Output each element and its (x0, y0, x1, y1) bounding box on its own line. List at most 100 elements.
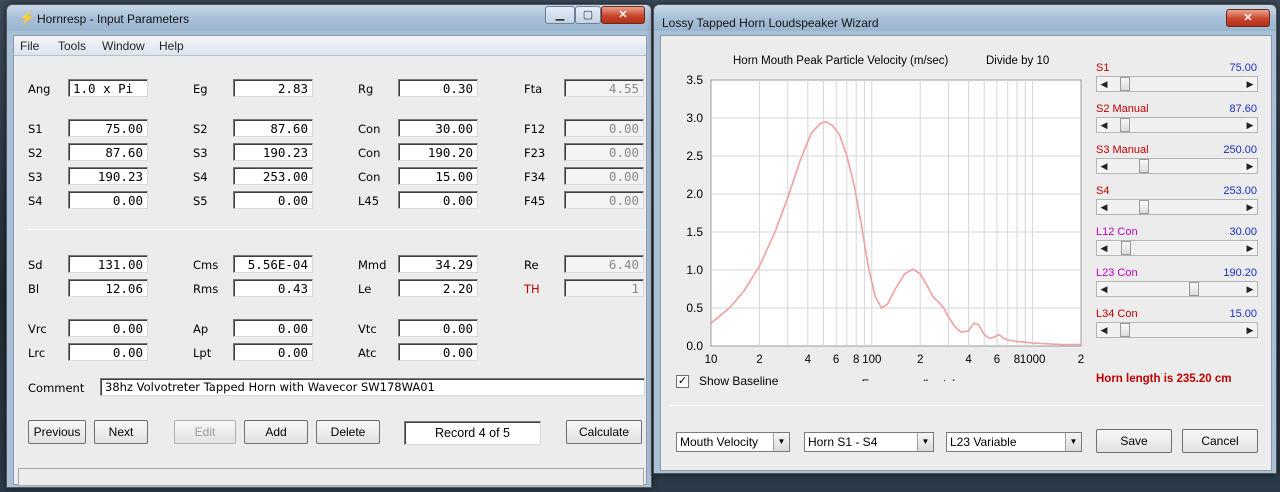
field-atc[interactable]: 0.00 (398, 343, 478, 361)
show-baseline-checkbox[interactable]: ✓ (676, 375, 689, 388)
parameter-slider[interactable]: ◀ ▶ (1096, 117, 1258, 133)
slider-thumb[interactable] (1119, 77, 1130, 91)
menu-help[interactable]: Help (159, 39, 184, 53)
output-type-select[interactable]: Mouth Velocity ▼ (676, 432, 790, 452)
slider-value: 75.00 (1229, 62, 1257, 74)
label-eg: Eg (193, 82, 208, 96)
edit-button[interactable]: Edit (174, 420, 236, 444)
field-f45[interactable]: 0.00 (564, 191, 644, 209)
scroll-right-icon[interactable]: ▶ (1243, 200, 1257, 214)
field-fta[interactable]: 4.55 (564, 79, 644, 97)
delete-button[interactable]: Delete (316, 420, 380, 444)
field-s4[interactable]: 0.00 (68, 191, 148, 209)
scroll-right-icon[interactable]: ▶ (1243, 159, 1257, 173)
label-s4: S4 (193, 170, 208, 184)
field-lrc[interactable]: 0.00 (68, 343, 148, 361)
show-baseline-label[interactable]: Show Baseline (699, 374, 778, 388)
parameter-slider[interactable]: ◀ ▶ (1096, 240, 1258, 256)
field-rms[interactable]: 0.43 (233, 279, 313, 297)
scroll-left-icon[interactable]: ◀ (1097, 118, 1111, 132)
field-s5[interactable]: 0.00 (233, 191, 313, 209)
label-rms: Rms (193, 282, 219, 296)
field-le[interactable]: 2.20 (398, 279, 478, 297)
field-s4[interactable]: 253.00 (233, 167, 313, 185)
field-f12[interactable]: 0.00 (564, 119, 644, 137)
parameter-slider[interactable]: ◀ ▶ (1096, 199, 1258, 215)
field-re[interactable]: 6.40 (564, 255, 644, 273)
slider-thumb[interactable] (1119, 118, 1130, 132)
add-button[interactable]: Add (244, 420, 308, 444)
menu-window[interactable]: Window (102, 39, 145, 53)
field-sd[interactable]: 131.00 (68, 255, 148, 273)
slider-thumb[interactable] (1120, 241, 1131, 255)
horn-segment-select[interactable]: Horn S1 - S4 ▼ (804, 432, 934, 452)
field-con[interactable]: 30.00 (398, 119, 478, 137)
field-lpt[interactable]: 0.00 (233, 343, 313, 361)
field-s1[interactable]: 75.00 (68, 119, 148, 137)
field-f34[interactable]: 0.00 (564, 167, 644, 185)
x-tick-label: 4 (965, 354, 972, 366)
field-cms[interactable]: 5.56E-04 (233, 255, 313, 273)
field-con[interactable]: 15.00 (398, 167, 478, 185)
field-mmd[interactable]: 34.29 (398, 255, 478, 273)
scroll-right-icon[interactable]: ▶ (1243, 241, 1257, 255)
field-bl[interactable]: 12.06 (68, 279, 148, 297)
field-ang[interactable]: 1.0 x Pi (68, 79, 148, 97)
previous-button[interactable]: Previous (28, 420, 86, 444)
scroll-right-icon[interactable]: ▶ (1243, 118, 1257, 132)
wizard-close-button[interactable]: ✕ (1226, 9, 1270, 27)
field-s3[interactable]: 190.23 (68, 167, 148, 185)
close-button[interactable]: ✕ (601, 6, 645, 24)
field-ap[interactable]: 0.00 (233, 319, 313, 337)
scroll-left-icon[interactable]: ◀ (1097, 323, 1111, 337)
scroll-right-icon[interactable]: ▶ (1243, 77, 1257, 91)
parameter-slider[interactable]: ◀ ▶ (1096, 76, 1258, 92)
y-tick-label: 3.5 (686, 73, 703, 87)
next-button[interactable]: Next (94, 420, 148, 444)
slider-thumb[interactable] (1139, 200, 1150, 214)
menu-file[interactable]: File (20, 39, 39, 53)
comment-field[interactable]: 38hz Volvotreter Tapped Horn with Waveco… (100, 378, 645, 396)
y-tick-label: 2.0 (686, 187, 703, 201)
field-s2[interactable]: 87.60 (68, 143, 148, 161)
calculate-button[interactable]: Calculate (566, 420, 642, 444)
maximize-button[interactable]: ▢ (575, 6, 601, 24)
cancel-button[interactable]: Cancel (1182, 429, 1258, 453)
x-tick-label: 1000 (1020, 354, 1046, 366)
right-titlebar[interactable]: Lossy Tapped Horn Loudspeaker Wizard ✕ (654, 5, 1276, 31)
field-s3[interactable]: 190.23 (233, 143, 313, 161)
field-eg[interactable]: 2.83 (233, 79, 313, 97)
parameter-slider[interactable]: ◀ ▶ (1096, 322, 1258, 338)
variable-select[interactable]: L23 Variable ▼ (946, 432, 1082, 452)
slider-thumb[interactable] (1189, 282, 1200, 296)
field-con[interactable]: 190.20 (398, 143, 478, 161)
menu-tools[interactable]: Tools (58, 39, 86, 53)
scroll-right-icon[interactable]: ▶ (1243, 282, 1257, 296)
field-th[interactable]: 1 (564, 279, 644, 297)
chart-title: Horn Mouth Peak Particle Velocity (m/sec… (733, 55, 949, 67)
scroll-right-icon[interactable]: ▶ (1243, 323, 1257, 337)
field-rg[interactable]: 0.30 (398, 79, 478, 97)
label-mmd: Mmd (358, 258, 387, 272)
scroll-left-icon[interactable]: ◀ (1097, 241, 1111, 255)
left-titlebar[interactable]: ⚡ Hornresp - Input Parameters ▁ ▢ ✕ (7, 5, 651, 31)
slider-thumb[interactable] (1119, 323, 1130, 337)
slider-label: S2 Manual (1096, 103, 1149, 115)
parameter-slider[interactable]: ◀ ▶ (1096, 281, 1258, 297)
scroll-left-icon[interactable]: ◀ (1097, 77, 1111, 91)
slider-thumb[interactable] (1139, 159, 1150, 173)
save-button[interactable]: Save (1096, 429, 1172, 453)
field-s2[interactable]: 87.60 (233, 119, 313, 137)
field-l45[interactable]: 0.00 (398, 191, 478, 209)
label-vtc: Vtc (358, 322, 377, 336)
scroll-left-icon[interactable]: ◀ (1097, 282, 1111, 296)
parameter-slider[interactable]: ◀ ▶ (1096, 158, 1258, 174)
scroll-left-icon[interactable]: ◀ (1097, 159, 1111, 173)
minimize-button[interactable]: ▁ (545, 6, 575, 24)
field-f23[interactable]: 0.00 (564, 143, 644, 161)
scroll-left-icon[interactable]: ◀ (1097, 200, 1111, 214)
field-vrc[interactable]: 0.00 (68, 319, 148, 337)
label-con: Con (358, 170, 381, 184)
field-vtc[interactable]: 0.00 (398, 319, 478, 337)
variable-value: L23 Variable (950, 435, 1017, 449)
